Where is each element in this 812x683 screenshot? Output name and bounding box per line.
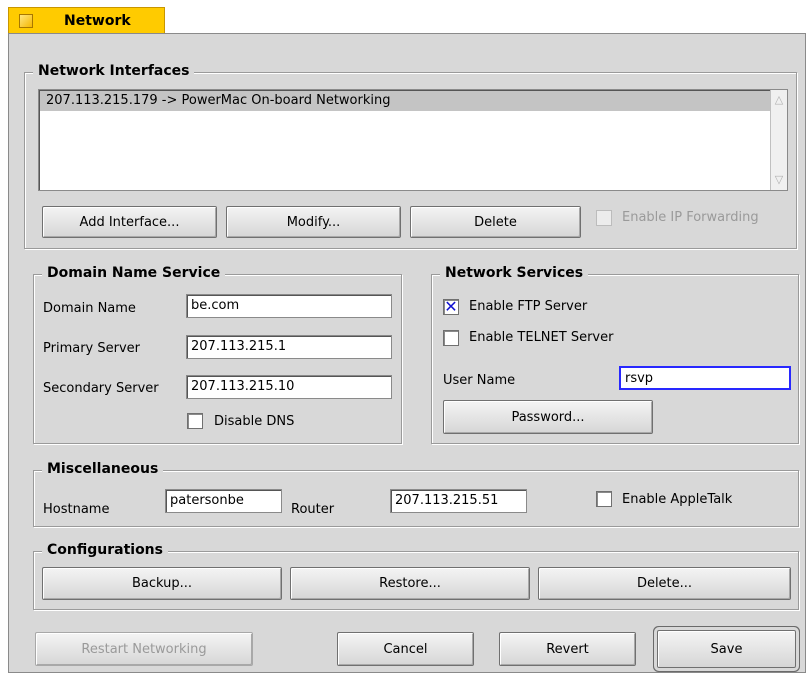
cancel-button[interactable]: Cancel (337, 632, 474, 666)
secondary-server-label: Secondary Server (43, 381, 159, 396)
restore-button[interactable]: Restore... (290, 567, 530, 600)
ftp-checkbox[interactable]: ✕ (443, 297, 459, 316)
configurations-legend: Configurations (42, 542, 168, 558)
network-services-legend: Network Services (440, 265, 589, 281)
scroll-up-icon[interactable]: △ (773, 92, 785, 108)
primary-server-field[interactable]: 207.113.215.1 (186, 335, 392, 359)
disable-dns-checkbox[interactable] (187, 413, 203, 429)
dns-legend: Domain Name Service (42, 265, 226, 281)
add-interface-button[interactable]: Add Interface... (42, 206, 217, 238)
router-label: Router (291, 502, 335, 517)
scroll-down-icon[interactable]: ▽ (773, 172, 785, 188)
close-box-icon[interactable] (19, 14, 33, 28)
hostname-label: Hostname (43, 502, 110, 517)
revert-button[interactable]: Revert (499, 632, 636, 666)
telnet-checkbox[interactable] (443, 330, 459, 346)
hostname-field[interactable]: patersonbe (165, 489, 282, 513)
router-field[interactable]: 207.113.215.51 (390, 489, 527, 513)
window-title: Network (64, 13, 131, 29)
interfaces-list[interactable]: 207.113.215.179 -> PowerMac On-board Net… (38, 89, 788, 191)
window-tab[interactable]: Network (8, 7, 165, 34)
check-x-icon: ✕ (444, 297, 458, 316)
telnet-label: Enable TELNET Server (469, 330, 614, 345)
domain-name-field[interactable]: be.com (186, 294, 392, 318)
modify-button[interactable]: Modify... (226, 206, 401, 238)
disable-dns-label: Disable DNS (214, 414, 295, 429)
ip-forwarding-label: Enable IP Forwarding (622, 210, 759, 225)
delete-config-button[interactable]: Delete... (538, 567, 791, 600)
primary-server-label: Primary Server (43, 341, 140, 356)
ftp-label: Enable FTP Server (469, 299, 588, 314)
appletalk-label: Enable AppleTalk (622, 492, 733, 507)
backup-button[interactable]: Backup... (42, 567, 282, 600)
list-item[interactable]: 207.113.215.179 -> PowerMac On-board Net… (40, 91, 770, 111)
domain-name-label: Domain Name (43, 301, 136, 316)
password-button[interactable]: Password... (443, 400, 653, 434)
save-button[interactable]: Save (654, 627, 799, 671)
ip-forwarding-checkbox[interactable] (596, 210, 612, 226)
interfaces-scrollbar[interactable]: △ ▽ (770, 90, 787, 190)
username-label: User Name (443, 373, 516, 388)
username-field[interactable]: rsvp (619, 366, 791, 390)
miscellaneous-legend: Miscellaneous (42, 461, 164, 477)
secondary-server-field[interactable]: 207.113.215.10 (186, 375, 392, 399)
appletalk-checkbox[interactable] (596, 491, 612, 507)
delete-interface-button[interactable]: Delete (410, 206, 581, 238)
restart-networking-button[interactable]: Restart Networking (35, 632, 253, 666)
network-interfaces-legend: Network Interfaces (33, 63, 195, 79)
